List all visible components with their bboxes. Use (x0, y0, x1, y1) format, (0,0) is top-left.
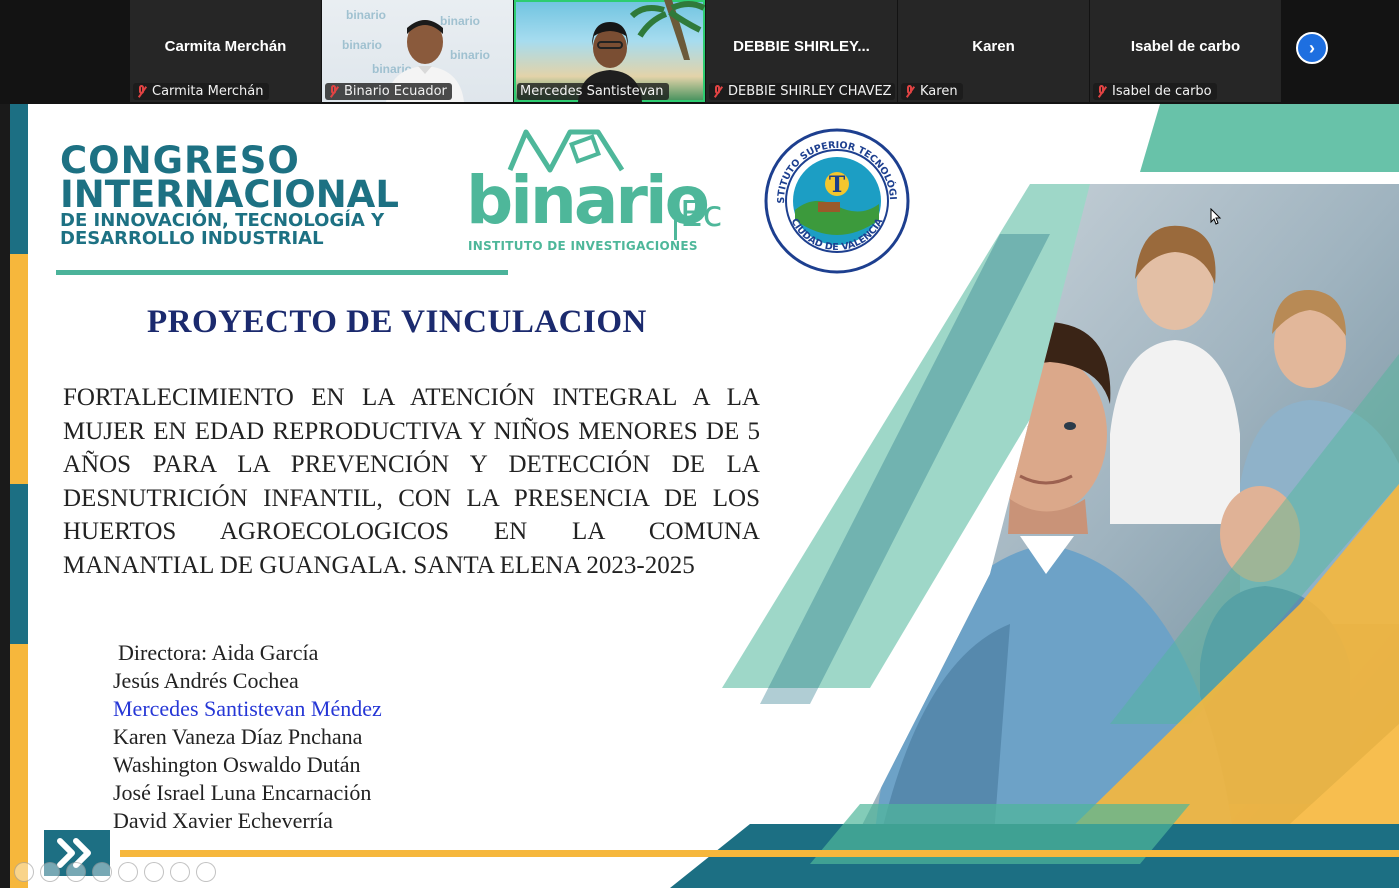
participant-name: Isabel de carbo (1130, 38, 1241, 55)
team-member: Jesús Andrés Cochea (113, 668, 299, 693)
mic-muted-icon (328, 84, 340, 99)
participant-label-text: Carmita Merchán (152, 84, 264, 99)
slides-view-button[interactable] (92, 862, 112, 882)
camera-button[interactable] (170, 862, 190, 882)
participant-label-text: Karen (920, 84, 958, 99)
binario-suffix: Ec (680, 194, 723, 235)
participant-tile[interactable]: DEBBIE SHIRLEY... DEBBIE SHIRLEY CHAVEZ … (706, 0, 897, 102)
participant-label: Isabel de carbo (1093, 83, 1217, 100)
presentation-toolbar (14, 862, 216, 882)
mouse-cursor-icon (1210, 208, 1222, 225)
team-member: Karen Vaneza Díaz Pnchana (113, 724, 363, 749)
project-description: FORTALECIMIENTO EN LA ATENCIÓN INTEGRAL … (63, 384, 760, 579)
team-member: José Israel Luna Encarnación (113, 780, 372, 805)
mic-muted-icon (904, 84, 916, 99)
svg-text:T: T (829, 172, 846, 198)
participant-name: DEBBIE SHIRLEY... (733, 38, 870, 55)
participant-name: Carmita Merchán (164, 38, 287, 55)
chevron-right-icon: › (1309, 38, 1315, 58)
team-member: Washington Oswaldo Dután (113, 752, 361, 777)
binario-word: binario (466, 162, 710, 239)
participant-label-text: Binario Ecuador (344, 84, 447, 99)
participant-strip: Carmita Merchán Carmita Merchán binario … (0, 0, 1399, 104)
team-member: Mercedes Santistevan Méndez (113, 696, 382, 721)
zoom-button[interactable] (118, 862, 138, 882)
binario-logo: binario Ec INSTITUTO DE INVESTIGACIONES (466, 126, 756, 256)
shared-slide: CONGRESO INTERNACIONAL DE INNOVACIÓN, TE… (10, 104, 1399, 888)
team-member: David Xavier Echeverría (113, 808, 333, 833)
participant-label-text: Isabel de carbo (1112, 84, 1212, 99)
team-list: Directora: Aida García Jesús Andrés Coch… (113, 639, 382, 835)
mic-muted-icon (136, 84, 148, 99)
instituto-seal: T INSTITUTO SUPERIOR TECNOLÓGICO CIUDAD … (764, 128, 910, 274)
congreso-logo: CONGRESO INTERNACIONAL DE INNOVACIÓN, TE… (60, 142, 399, 249)
participant-label-text: Mercedes Santistevan (520, 84, 664, 99)
pen-tool-button[interactable] (66, 862, 86, 882)
participant-label: Mercedes Santistevan (517, 83, 669, 100)
participant-tile[interactable]: Karen Karen (898, 0, 1089, 102)
participant-tile[interactable]: Isabel de carbo Isabel de carbo (1090, 0, 1281, 102)
previous-slide-button[interactable] (14, 862, 34, 882)
binario-divider (674, 192, 677, 240)
logo-underline (56, 270, 508, 275)
participant-name: Karen (972, 38, 1015, 55)
participant-label-text: DEBBIE SHIRLEY CHAVEZ G... (728, 84, 895, 99)
participant-label: Karen (901, 83, 963, 100)
binario-subtitle: INSTITUTO DE INVESTIGACIONES (468, 239, 698, 253)
participant-label: Carmita Merchán (133, 83, 269, 100)
congreso-line-4: DESARROLLO INDUSTRIAL (60, 228, 324, 249)
next-participants-button[interactable]: › (1296, 32, 1328, 64)
next-slide-button[interactable] (40, 862, 60, 882)
participant-tile[interactable]: binario binario binario binario binario … (322, 0, 513, 102)
participant-label: DEBBIE SHIRLEY CHAVEZ G... (709, 83, 895, 100)
mic-muted-icon (1096, 84, 1108, 99)
participant-label: Binario Ecuador (325, 83, 452, 100)
slide-title: PROYECTO DE VINCULACION (147, 304, 647, 340)
mic-muted-icon (712, 84, 724, 99)
more-options-button[interactable] (196, 862, 216, 882)
participant-tile[interactable]: Carmita Merchán Carmita Merchán (130, 0, 321, 102)
team-member: Directora: Aida García (118, 640, 319, 665)
participant-tile[interactable]: Mercedes Santistevan (514, 0, 705, 102)
congreso-line-2: INTERNACIONAL (60, 173, 399, 216)
subtitles-button[interactable] (144, 862, 164, 882)
